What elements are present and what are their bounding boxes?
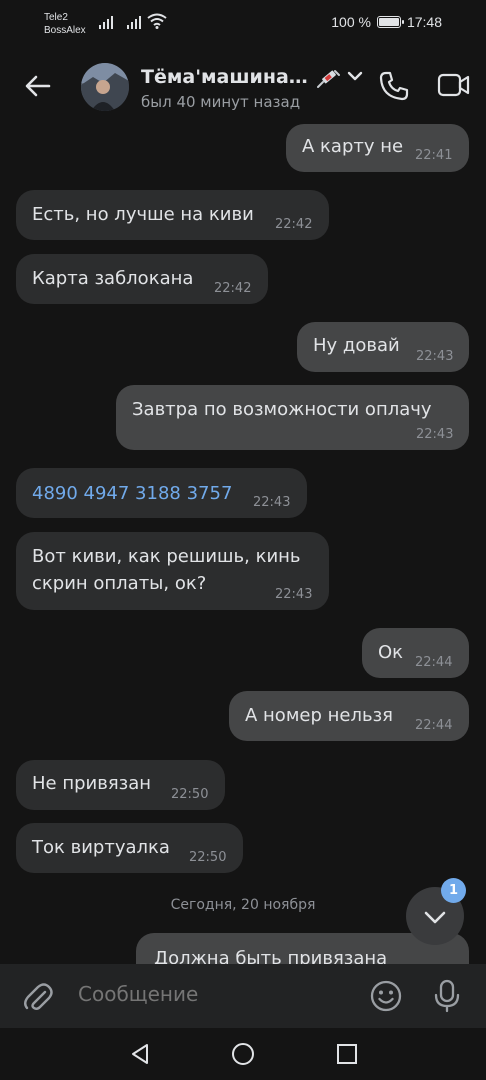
message-text: А номер нельзя xyxy=(245,705,393,726)
status-bar: Tele2 BossAlex 100 % 17:48 xyxy=(0,0,486,48)
message-bubble-incoming[interactable]: Не привязан 22:50 xyxy=(16,760,225,810)
message-bubble-outgoing[interactable]: Ок 22:44 xyxy=(362,628,469,678)
message-bubble-incoming[interactable]: Ток виртуалка 22:50 xyxy=(16,823,243,873)
message-bubble-incoming[interactable]: 4890 4947 3188 3757 22:43 xyxy=(16,468,307,518)
system-navigation-bar xyxy=(0,1028,486,1080)
carrier-info: Tele2 BossAlex xyxy=(44,11,86,37)
nav-home-icon[interactable] xyxy=(231,1042,255,1066)
message-bubble-outgoing[interactable]: Ну довай 22:43 xyxy=(297,322,469,372)
message-time: 22:43 xyxy=(253,495,291,510)
carrier-sub: BossAlex xyxy=(44,25,86,36)
microphone-icon[interactable] xyxy=(432,979,462,1013)
signal-2-icon xyxy=(127,15,141,29)
message-composer xyxy=(0,964,486,1028)
battery-percent: 100 % xyxy=(331,14,371,30)
message-time: 22:44 xyxy=(415,718,453,733)
message-time: 22:43 xyxy=(275,587,313,602)
clock: 17:48 xyxy=(406,14,442,30)
message-time: 22:41 xyxy=(415,148,453,163)
signal-1-icon xyxy=(99,15,113,29)
message-text: А карту не xyxy=(302,136,404,157)
message-time: 22:44 xyxy=(415,655,453,670)
message-text: Завтра по возможности оплачу xyxy=(132,399,432,420)
avatar[interactable] xyxy=(81,63,129,111)
message-text: Ток виртуалка xyxy=(32,837,170,858)
status-right: 100 % 17:48 xyxy=(331,14,442,30)
chevron-down-icon[interactable] xyxy=(347,70,363,82)
message-time: 22:42 xyxy=(214,281,252,296)
carrier-name: Tele2 xyxy=(44,12,68,23)
video-camera-icon[interactable] xyxy=(437,72,471,98)
message-list[interactable]: А карту не 22:41 Есть, но лучше на киви … xyxy=(0,124,486,964)
chat-header: Тёма'машина… был 40 минут назад xyxy=(0,48,486,124)
message-text: Должна быть привязана xyxy=(154,948,388,964)
message-time: 22:43 xyxy=(416,427,454,442)
wifi-icon xyxy=(147,13,167,29)
message-bubble-outgoing[interactable]: А карту не 22:41 xyxy=(286,124,469,172)
avatar-image xyxy=(81,63,129,111)
syringe-icon xyxy=(317,70,340,88)
message-time: 22:50 xyxy=(189,850,227,865)
message-bubble-incoming[interactable]: Вот киви, как решишь, кинь скрин оплаты,… xyxy=(16,532,329,610)
message-bubble-outgoing[interactable]: А номер нельзя 22:44 xyxy=(229,691,469,741)
message-time: 22:50 xyxy=(171,787,209,802)
paperclip-icon[interactable] xyxy=(21,981,55,1015)
message-bubble-incoming[interactable]: Карта заблокана 22:42 xyxy=(16,254,268,304)
message-text: Есть, но лучше на киви xyxy=(32,204,254,225)
phone-icon[interactable] xyxy=(378,70,410,102)
message-input[interactable] xyxy=(78,982,338,1006)
message-text: Ок xyxy=(378,642,404,663)
message-time: 22:42 xyxy=(275,217,313,232)
nav-back-icon[interactable] xyxy=(128,1042,152,1066)
nav-recents-icon[interactable] xyxy=(335,1042,359,1066)
unread-badge: 1 xyxy=(441,878,466,903)
contact-name[interactable]: Тёма'машина… xyxy=(141,66,308,88)
message-bubble-outgoing[interactable]: Завтра по возможности оплачу 22:43 xyxy=(116,385,469,450)
last-seen: был 40 минут назад xyxy=(141,93,301,111)
message-time: 22:43 xyxy=(416,349,454,364)
message-text: Ну довай xyxy=(313,335,400,356)
card-number-link[interactable]: 4890 4947 3188 3757 xyxy=(32,481,232,507)
back-arrow-icon[interactable] xyxy=(22,70,54,102)
message-text-line-1: Вот киви, как решишь, кинь xyxy=(32,546,301,567)
message-text-line-2: скрин оплаты, ок? xyxy=(32,573,207,594)
battery-icon xyxy=(376,16,404,28)
message-text: Не привязан xyxy=(32,773,152,794)
message-text: Карта заблокана xyxy=(32,268,194,289)
emoji-icon[interactable] xyxy=(369,979,403,1013)
message-bubble-incoming[interactable]: Есть, но лучше на киви 22:42 xyxy=(16,190,329,240)
